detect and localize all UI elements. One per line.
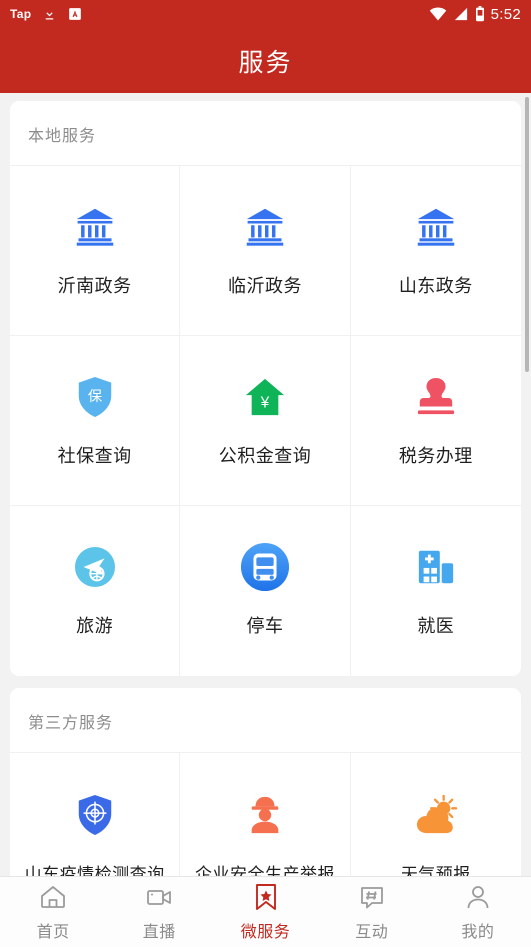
- status-bar: Tap 5:52: [0, 0, 531, 28]
- service-item-medical[interactable]: 就医: [351, 506, 521, 676]
- service-item-shandong-epidemic-query[interactable]: 山东疫情检测查询: [10, 753, 181, 877]
- service-item-label: 天气预报: [400, 864, 471, 877]
- title-bar: 服务: [0, 28, 531, 93]
- local-services-title: 本地服务: [10, 101, 521, 166]
- bottom-navigation-bar: 首页 直播 微服务 互动 我的: [0, 876, 531, 947]
- government-building-icon: [74, 204, 116, 250]
- letter-a-badge-icon: [68, 7, 82, 21]
- service-item-shandong-government[interactable]: 山东政务: [350, 166, 521, 336]
- tab-live[interactable]: 直播: [106, 877, 212, 947]
- app-screen: Tap 5:52 服务 本地服务 沂南政务 临沂政务 山东政务 保 社保查询 ¥…: [0, 0, 531, 947]
- service-item-label: 就医: [417, 616, 455, 636]
- status-bar-left: Tap: [10, 7, 82, 22]
- tap-label: Tap: [10, 7, 32, 21]
- house-yuan-icon: ¥: [244, 374, 286, 420]
- clock: 5:52: [490, 5, 521, 23]
- service-item-travel[interactable]: 旅游: [10, 506, 181, 676]
- svg-text:¥: ¥: [260, 394, 270, 411]
- airplane-globe-icon: [74, 544, 116, 590]
- tab-label: 互动: [355, 924, 389, 941]
- svg-text:保: 保: [88, 387, 103, 404]
- service-item-label: 临沂政务: [227, 275, 302, 296]
- tab-label: 首页: [36, 924, 70, 941]
- service-item-parking[interactable]: 停车: [180, 506, 351, 676]
- vertical-scrollbar[interactable]: [525, 97, 529, 372]
- tab-home[interactable]: 首页: [0, 877, 106, 947]
- service-item-label: 企业安全生产举报: [194, 864, 335, 877]
- wifi-icon: [429, 7, 447, 21]
- battery-icon: [475, 6, 485, 22]
- person-icon: [464, 882, 492, 912]
- hospital-building-icon: [415, 544, 457, 590]
- local-services-grid: 沂南政务 临沂政务 山东政务 保 社保查询 ¥ 公积金查询 税务办理 旅游 停车…: [10, 166, 521, 676]
- service-item-housing-fund-query[interactable]: ¥ 公积金查询: [180, 336, 351, 506]
- cellular-signal-icon: [453, 7, 469, 21]
- service-item-label: 旅游: [76, 616, 114, 636]
- shield-insurance-icon: 保: [76, 374, 114, 420]
- service-item-yinan-government[interactable]: 沂南政务: [10, 166, 181, 336]
- tab-label: 微服务: [240, 924, 291, 941]
- service-scroll-container[interactable]: 本地服务 沂南政务 临沂政务 山东政务 保 社保查询 ¥ 公积金查询 税务办理 …: [0, 93, 531, 876]
- government-building-icon: [244, 204, 286, 250]
- third-party-services-grid: 山东疫情检测查询 企业安全生产举报 天气预报: [10, 753, 521, 876]
- third-party-services-title: 第三方服务: [10, 688, 521, 753]
- local-services-card: 本地服务 沂南政务 临沂政务 山东政务 保 社保查询 ¥ 公积金查询 税务办理 …: [10, 101, 521, 676]
- service-item-label: 山东疫情检测查询: [24, 864, 165, 877]
- shield-target-icon: [76, 792, 114, 838]
- video-camera-icon: [145, 882, 173, 912]
- service-item-tax-service[interactable]: 税务办理: [350, 336, 521, 506]
- home-icon: [39, 882, 67, 912]
- service-item-linyi-government[interactable]: 临沂政务: [180, 166, 351, 336]
- bookmark-star-icon: [252, 882, 280, 912]
- government-building-icon: [415, 204, 457, 250]
- service-item-enterprise-safety-report[interactable]: 企业安全生产举报: [180, 753, 351, 877]
- third-party-services-card: 第三方服务 山东疫情检测查询 企业安全生产举报 天气预报: [10, 688, 521, 876]
- service-item-label: 沂南政务: [57, 275, 132, 296]
- page-title: 服务: [238, 48, 293, 77]
- bus-circle-icon: [240, 542, 290, 592]
- tab-label: 直播: [142, 924, 176, 941]
- tab-interaction[interactable]: 互动: [319, 877, 425, 947]
- service-item-social-insurance-query[interactable]: 保 社保查询: [10, 336, 181, 506]
- hash-chat-bubble-icon: [358, 882, 386, 912]
- tab-mine[interactable]: 我的: [425, 877, 531, 947]
- sun-cloud-icon: [413, 792, 459, 838]
- service-item-label: 山东政务: [398, 275, 473, 296]
- service-item-label: 公积金查询: [218, 445, 312, 466]
- download-icon: [42, 7, 57, 22]
- status-bar-right: 5:52: [429, 6, 521, 23]
- tab-label: 我的: [461, 924, 495, 941]
- worker-helmet-icon: [245, 792, 285, 838]
- service-item-label: 停车: [246, 616, 284, 636]
- rubber-stamp-icon: [416, 374, 456, 420]
- tab-micro-service[interactable]: 微服务: [212, 877, 318, 947]
- service-item-label: 社保查询: [57, 445, 132, 466]
- service-item-label: 税务办理: [398, 445, 473, 466]
- service-item-weather-forecast[interactable]: 天气预报: [351, 753, 521, 876]
